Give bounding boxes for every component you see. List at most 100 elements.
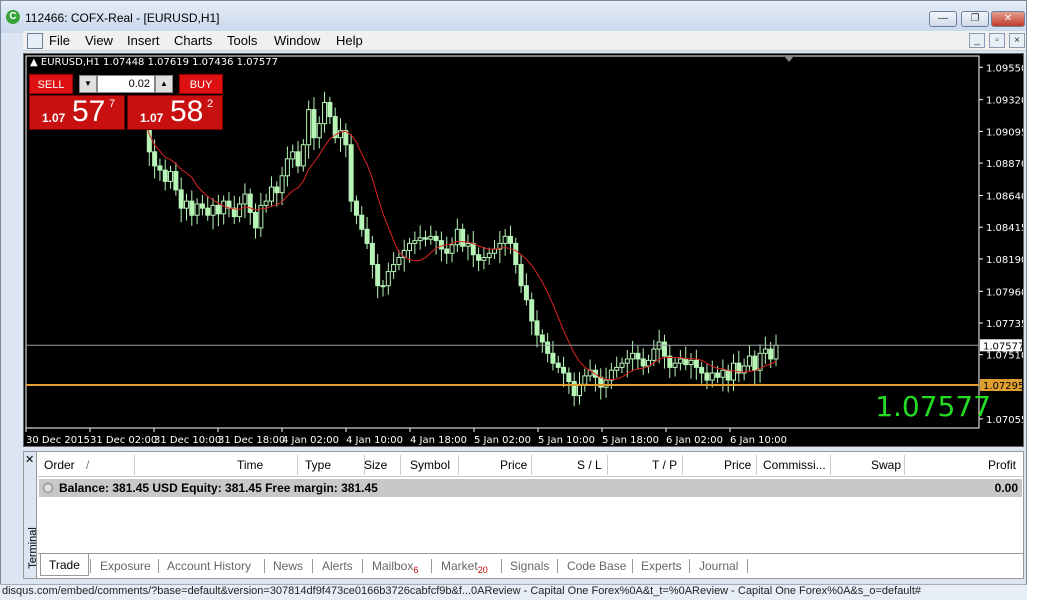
candle-body (348, 144, 354, 202)
menu-view[interactable]: View (85, 33, 113, 48)
y-tick-label: 1.09320 (986, 96, 1023, 107)
child-minimize-button[interactable]: _ (969, 33, 985, 48)
child-restore-button[interactable]: ▫ (989, 33, 1005, 48)
title-bar[interactable]: C 112466: COFX-Real - [EURUSD,H1] — ❐ ✕ (1, 1, 1026, 33)
col-symbol[interactable]: Symbol (410, 458, 450, 472)
candle-body (762, 348, 768, 354)
balance-icon (43, 483, 53, 493)
chart-window[interactable]: 1.09550 1.09320 1.09095 1.08870 1.08640 1.084… (23, 53, 1024, 447)
candle-body (364, 228, 370, 244)
child-close-button[interactable]: × (1009, 33, 1025, 48)
col-commission[interactable]: Commissi... (763, 458, 826, 472)
sell-price-quote[interactable]: 1.07 57 7 (29, 95, 125, 130)
candle-body (454, 228, 460, 246)
x-tick-label: 6 Jan 10:00 (730, 435, 787, 446)
candle-body (263, 200, 269, 206)
col-profit[interactable]: Profit (988, 458, 1016, 472)
tab-mailbox[interactable]: Mailbox6 (372, 559, 419, 575)
candle-body (422, 237, 428, 240)
tab-exposure[interactable]: Exposure (100, 559, 151, 573)
candle-body (327, 102, 333, 118)
col-size[interactable]: Size (364, 458, 387, 472)
column-divider (458, 455, 459, 475)
tab-experts[interactable]: Experts (641, 559, 682, 573)
sell-button[interactable]: SELL (29, 74, 73, 94)
candle-body (316, 123, 322, 139)
col-time[interactable]: Time (237, 458, 263, 472)
col-take-profit[interactable]: T / P (652, 458, 677, 472)
menu-window[interactable]: Window (274, 33, 320, 48)
lot-increase-button[interactable]: ▲ (155, 75, 173, 93)
candle-body (353, 200, 359, 216)
candle-body (178, 189, 184, 209)
tab-signals[interactable]: Signals (510, 559, 549, 573)
y-tick-label: 1.08415 (986, 223, 1023, 234)
minimize-button[interactable]: — (929, 11, 957, 27)
tab-news[interactable]: News (273, 559, 303, 573)
candle-body (635, 352, 641, 360)
candle-body (369, 242, 375, 266)
candle-body (438, 240, 444, 250)
buy-button[interactable]: BUY (179, 74, 223, 94)
document-icon[interactable] (27, 33, 43, 49)
tab-label: Mailbox (372, 559, 414, 573)
candle-body (168, 171, 174, 182)
column-divider (756, 455, 757, 475)
buy-price-prefix: 1.07 (140, 111, 164, 125)
candle-body (672, 362, 678, 368)
menu-file[interactable]: File (49, 33, 70, 48)
candle-body (322, 102, 328, 125)
x-tick-label: 6 Jan 02:00 (666, 435, 723, 446)
restore-button[interactable]: ❐ (961, 11, 989, 27)
col-current-price[interactable]: Price (724, 458, 751, 472)
tab-trade[interactable]: Trade (40, 554, 89, 576)
menu-tools[interactable]: Tools (227, 33, 257, 48)
tab-alerts[interactable]: Alerts (322, 559, 353, 573)
tab-label: Alerts (322, 559, 353, 573)
candle-body (709, 372, 715, 381)
close-button[interactable]: ✕ (991, 11, 1025, 27)
column-divider (531, 455, 532, 475)
tab-journal[interactable]: Journal (699, 559, 738, 573)
menu-insert[interactable]: Insert (127, 33, 160, 48)
lot-size-input[interactable]: 0.02 (97, 75, 155, 93)
buy-price-quote[interactable]: 1.07 58 2 (127, 95, 223, 130)
mailbox-badge: 6 (413, 565, 419, 575)
tab-account-history[interactable]: Account History (167, 559, 251, 573)
menu-help[interactable]: Help (336, 33, 363, 48)
status-bar: disqus.com/embed/comments/?base=default&… (0, 584, 1027, 600)
candle-body (290, 151, 296, 160)
tab-label: Account History (167, 559, 252, 573)
candle-body (173, 171, 179, 191)
candle-body (534, 320, 540, 336)
candle-body (391, 264, 397, 273)
terminal-close-icon[interactable]: ✕ (25, 453, 34, 466)
candle-body (555, 362, 561, 368)
candle-body (189, 200, 195, 216)
balance-row[interactable]: Balance: 381.45 USD Equity: 381.45 Free … (39, 479, 1022, 497)
col-swap[interactable]: Swap (871, 458, 901, 472)
menu-charts[interactable]: Charts (174, 33, 212, 48)
candle-body (529, 299, 535, 322)
tab-divider (501, 559, 502, 573)
candle-body (630, 352, 636, 360)
candle-body (253, 211, 259, 229)
candle-body (603, 379, 609, 388)
lot-decrease-button[interactable]: ▼ (79, 75, 97, 93)
tab-market[interactable]: Market20 (441, 559, 488, 575)
col-stop-loss[interactable]: S / L (577, 458, 602, 472)
column-divider (607, 455, 608, 475)
terminal-side-bar: ✕ Terminal (24, 452, 39, 578)
candle-body (571, 381, 577, 397)
tab-code-base[interactable]: Code Base (567, 559, 626, 573)
candle-body (693, 359, 699, 368)
market-badge: 20 (477, 565, 488, 575)
candle-body (311, 109, 317, 139)
col-type[interactable]: Type (305, 458, 331, 472)
col-order[interactable]: Order (44, 458, 75, 472)
col-price[interactable]: Price (500, 458, 527, 472)
column-divider (904, 455, 905, 475)
candle-body (768, 348, 774, 360)
candle-body (619, 362, 625, 368)
candle-body (550, 352, 556, 364)
